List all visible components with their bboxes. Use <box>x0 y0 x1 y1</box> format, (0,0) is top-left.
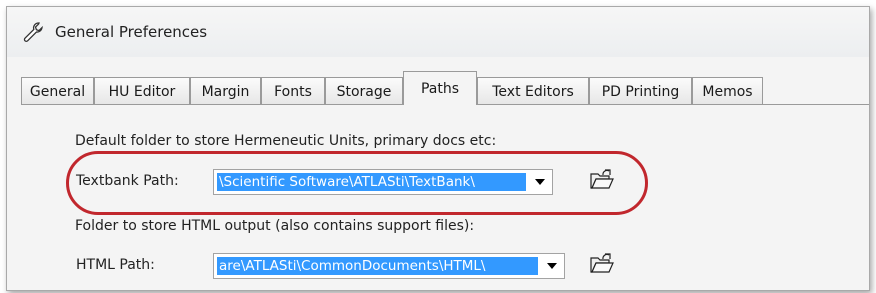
html-path-dropdown[interactable]: are\ATLASti\CommonDocuments\HTML\ <box>213 253 565 279</box>
tab-strip: General HU Editor Margin Fonts Storage P… <box>21 69 869 105</box>
textbank-path-dropdown[interactable]: \Scientific Software\ATLASti\TextBank\ <box>213 169 553 195</box>
tab-paths[interactable]: Paths <box>403 71 477 105</box>
html-path-value: are\ATLASti\CommonDocuments\HTML\ <box>217 257 538 275</box>
open-folder-icon <box>589 169 615 195</box>
textbank-browse-button[interactable] <box>587 169 617 195</box>
textbank-path-label: Textbank Path: <box>76 173 179 189</box>
paths-panel: Default folder to store Hermeneutic Unit… <box>21 105 869 290</box>
html-path-label: HTML Path: <box>76 257 155 273</box>
title-bar[interactable]: General Preferences <box>7 7 869 57</box>
tab-hu-editor[interactable]: HU Editor <box>94 77 190 105</box>
chevron-down-icon[interactable] <box>528 170 552 194</box>
tab-general[interactable]: General <box>21 77 94 105</box>
window-title: General Preferences <box>55 23 208 41</box>
open-folder-icon <box>589 253 615 279</box>
textbank-description: Default folder to store Hermeneutic Unit… <box>75 133 497 149</box>
chevron-down-icon[interactable] <box>540 254 564 278</box>
tab-fonts[interactable]: Fonts <box>261 77 325 105</box>
tab-text-editors[interactable]: Text Editors <box>477 77 589 105</box>
html-browse-button[interactable] <box>587 253 617 279</box>
html-description: Folder to store HTML output (also contai… <box>75 218 475 234</box>
tab-memos[interactable]: Memos <box>692 77 763 105</box>
preferences-window: General Preferences General HU Editor Ma… <box>6 6 870 291</box>
wrench-icon <box>21 19 47 45</box>
tab-margin[interactable]: Margin <box>190 77 261 105</box>
tab-storage[interactable]: Storage <box>325 77 403 105</box>
textbank-path-value: \Scientific Software\ATLASti\TextBank\ <box>217 173 526 191</box>
tab-pd-printing[interactable]: PD Printing <box>589 77 692 105</box>
